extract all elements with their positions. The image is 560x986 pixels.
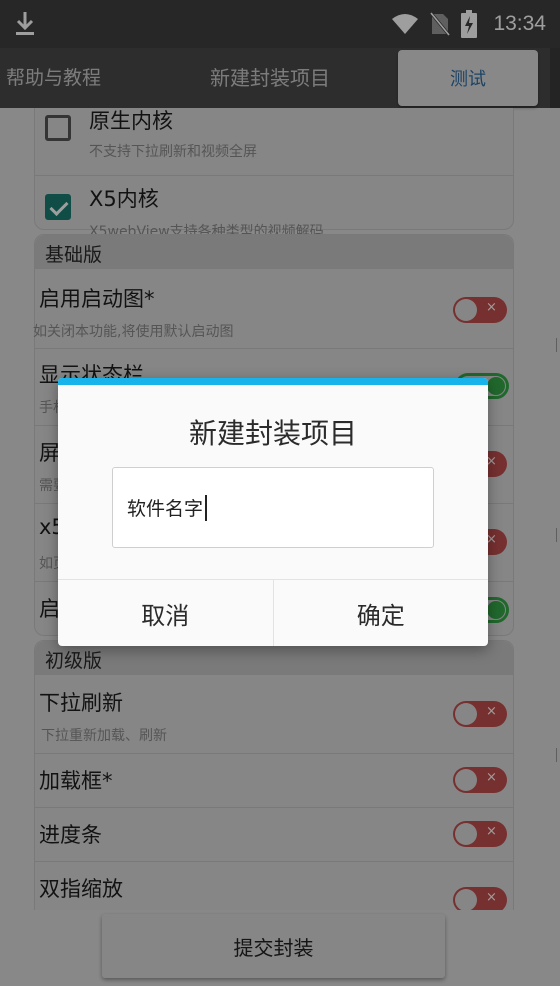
text-caret [205,494,208,521]
new-project-dialog: 新建封装项目 软件名字 取消 确定 [58,378,488,646]
dialog-button-row: 取消 确定 [58,579,488,646]
app-name-value: 软件名字 [127,498,204,520]
confirm-button[interactable]: 确定 [272,580,489,646]
dialog-accent-bar [58,378,488,385]
app-name-input[interactable]: 软件名字 [112,467,434,548]
cancel-button[interactable]: 取消 [58,580,273,646]
dialog-title: 新建封装项目 [188,417,357,450]
